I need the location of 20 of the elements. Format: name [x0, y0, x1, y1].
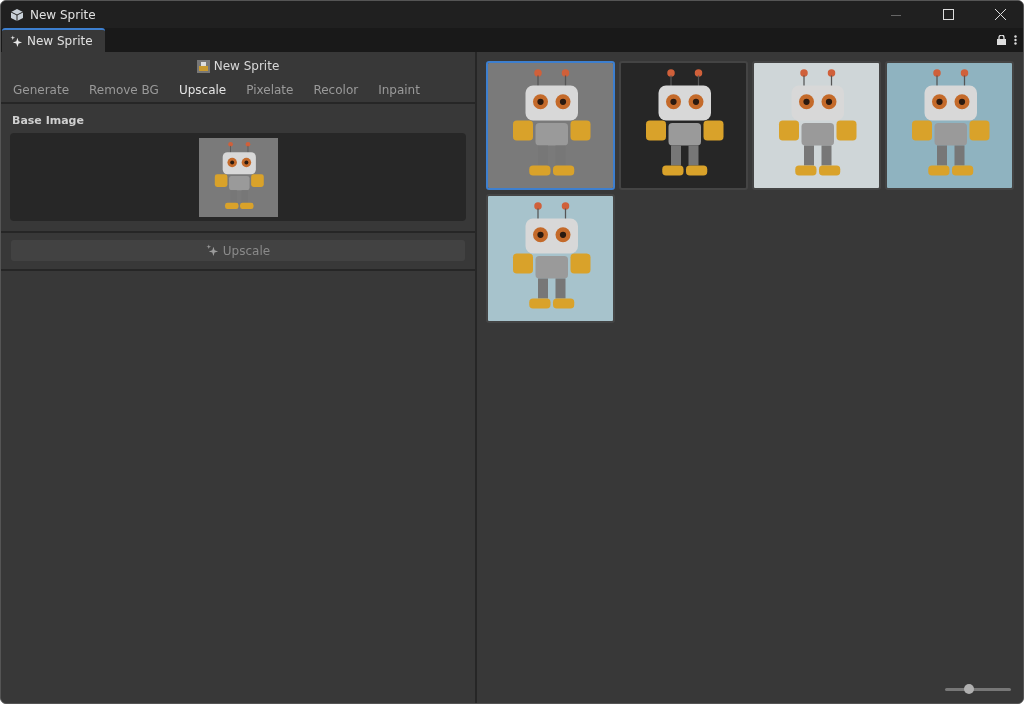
cube-icon	[10, 7, 24, 22]
sprite-thumbnail-icon	[196, 59, 210, 73]
slider-thumb[interactable]	[964, 684, 975, 694]
mode-tab[interactable]: Recolor	[303, 78, 369, 102]
mode-tab[interactable]: Pixelate	[236, 78, 304, 102]
mode-tab[interactable]: Remove BG	[79, 78, 169, 102]
close-icon	[994, 9, 1006, 20]
sparkle-icon	[205, 244, 219, 257]
section-label: Base Image	[12, 114, 85, 127]
mode-tab[interactable]: Inpaint	[368, 78, 430, 102]
sparkle-icon	[10, 34, 23, 48]
lock-icon[interactable]	[997, 35, 1006, 45]
more-icon[interactable]	[1014, 35, 1017, 45]
document-tab[interactable]: New Sprite	[2, 28, 105, 52]
mode-tab[interactable]: Generate	[3, 78, 80, 102]
mode-tab[interactable]: Upscale	[168, 78, 237, 102]
panel-title: New Sprite	[213, 59, 280, 73]
maximize-icon	[942, 9, 954, 20]
image-well[interactable]	[10, 133, 466, 221]
window-title: New Sprite	[30, 7, 97, 22]
